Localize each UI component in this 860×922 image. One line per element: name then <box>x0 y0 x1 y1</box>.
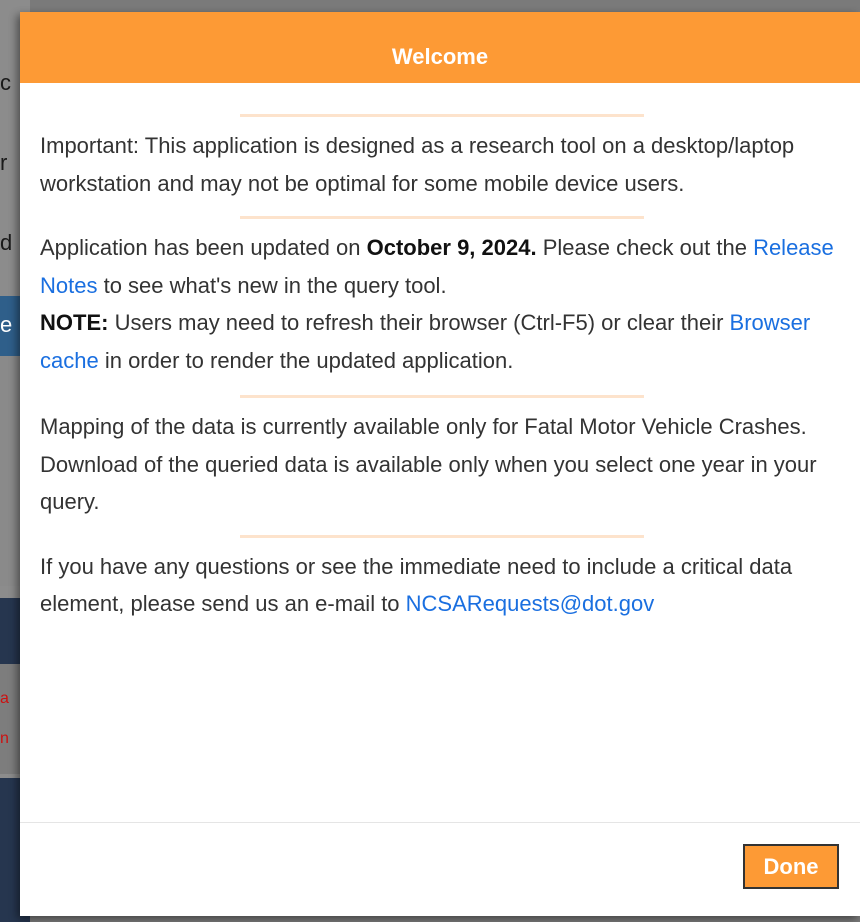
mapping-notice: Mapping of the data is currently availab… <box>40 408 850 521</box>
dialog-title: Welcome <box>391 43 489 69</box>
update-text: to see what's new in the query tool. <box>97 272 447 298</box>
background-text: d <box>0 230 13 255</box>
footer-divider <box>20 822 860 823</box>
background-text: r <box>0 150 8 175</box>
update-date: October 9, 2024. <box>366 235 537 260</box>
divider <box>240 114 644 117</box>
dialog-body: Important: This application is designed … <box>20 114 860 623</box>
done-button[interactable]: Done <box>743 844 839 889</box>
update-text: Please check out the <box>536 235 754 260</box>
divider <box>240 534 644 538</box>
background-text: a <box>0 690 9 707</box>
background-text: e <box>0 312 13 337</box>
background-text: c <box>0 70 11 95</box>
download-text: Download of the queried data is availabl… <box>40 451 817 515</box>
note-label: NOTE: <box>40 310 109 335</box>
divider <box>240 216 644 219</box>
welcome-dialog: Welcome Important: This application is d… <box>20 12 860 916</box>
update-text: Application has been updated on <box>40 235 367 260</box>
update-notice: Application has been updated on October … <box>40 229 850 379</box>
email-link[interactable]: NCSARequests@dot.gov <box>406 591 655 616</box>
contact-notice: If you have any questions or see the imm… <box>40 548 850 623</box>
important-notice: Important: This application is designed … <box>40 133 795 196</box>
background-text: n <box>0 730 9 747</box>
divider <box>240 395 644 398</box>
mapping-text: Mapping of the data is currently availab… <box>40 414 807 439</box>
dialog-header: Welcome <box>20 12 860 83</box>
note-text: Users may need to refresh their browser … <box>108 310 730 335</box>
note-text: in order to render the updated applicati… <box>98 347 514 373</box>
